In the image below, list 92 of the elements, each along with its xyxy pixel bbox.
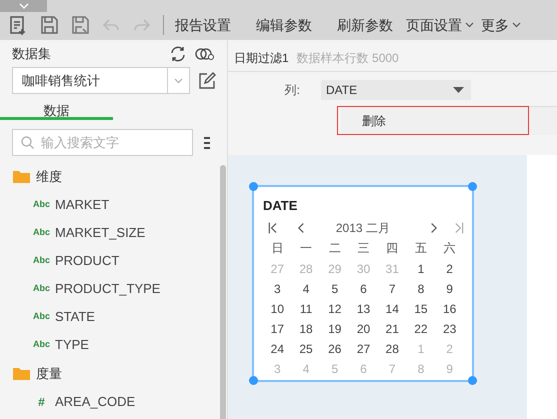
panel-title: 数据集 — [12, 45, 52, 64]
folder-icon — [13, 367, 30, 380]
new-report-icon[interactable] — [8, 15, 28, 35]
field-type-label: Abc — [33, 226, 50, 240]
calendar-day[interactable]: 8 — [406, 279, 436, 299]
weekday-label: 四 — [385, 240, 400, 257]
menu-icon[interactable] — [204, 136, 210, 150]
calendar-day[interactable]: 25 — [292, 339, 320, 359]
calendar-day[interactable]: 11 — [292, 299, 320, 319]
calendar-day[interactable]: 3 — [263, 279, 292, 299]
chevron-down-icon — [174, 78, 183, 84]
tree-item[interactable]: AREA_CODE — [55, 392, 136, 412]
field-type-label: Abc — [33, 198, 50, 212]
menu-item[interactable]: 删除 — [337, 106, 529, 135]
chevron-left-icon[interactable] — [296, 222, 306, 234]
resize-handle[interactable] — [249, 182, 258, 191]
search-field[interactable]: 输入搜索文字 — [12, 129, 193, 156]
calendar-day[interactable]: 27 — [349, 339, 378, 359]
calendar-day[interactable]: 7 — [378, 279, 407, 299]
dataset-select[interactable]: 咖啡销售统计 — [12, 67, 190, 94]
tree-folder[interactable]: 维度 — [36, 166, 62, 186]
menu-button[interactable]: 更多 — [481, 14, 521, 36]
calendar-day[interactable]: 1 — [406, 259, 436, 279]
weekday-label: 六 — [442, 240, 457, 257]
menu-button[interactable]: 编辑参数 — [256, 14, 312, 36]
calendar-day[interactable]: 22 — [406, 319, 436, 339]
tree-item[interactable]: TYPE — [55, 335, 89, 355]
last-page-icon[interactable] — [455, 222, 464, 234]
tree-item[interactable]: PRODUCT — [55, 251, 120, 271]
field-type-label: # — [37, 394, 46, 411]
select-value: DATE — [326, 82, 358, 99]
calendar-title: DATE — [263, 197, 298, 215]
calendar-day[interactable]: 14 — [378, 299, 407, 319]
sample-rows-label: 数据样本行数 5000 — [296, 50, 399, 67]
menu-button[interactable]: 页面设置 — [406, 14, 474, 36]
calendar-day[interactable]: 28 — [378, 339, 407, 359]
calendar-day[interactable]: 21 — [378, 319, 407, 339]
filter-name: 日期过滤1 — [234, 50, 289, 67]
collapse-tab[interactable] — [0, 0, 47, 12]
menu-button[interactable]: 报告设置 — [175, 14, 231, 36]
calendar-day[interactable]: 15 — [406, 299, 436, 319]
refresh-icon[interactable] — [169, 45, 187, 63]
folder-icon — [13, 170, 30, 183]
menu-button[interactable]: 刷新参数 — [337, 14, 393, 36]
field-type-label: Abc — [33, 310, 50, 324]
first-page-icon[interactable] — [268, 222, 277, 234]
calendar-day[interactable]: 20 — [349, 319, 378, 339]
calendar-day[interactable]: 19 — [320, 319, 350, 339]
field-type-label: Abc — [33, 254, 50, 268]
calendar-day[interactable]: 17 — [263, 319, 292, 339]
calendar-day[interactable]: 23 — [435, 319, 464, 339]
search-icon — [21, 136, 34, 149]
weekday-label: 二 — [328, 240, 342, 257]
weekday-label: 五 — [414, 240, 428, 257]
column-select[interactable]: DATE — [321, 80, 471, 100]
chevron-down-icon — [18, 3, 28, 9]
calendar-day[interactable]: 12 — [320, 299, 350, 319]
select-value: 咖啡销售统计 — [21, 72, 101, 90]
save-icon[interactable] — [39, 15, 59, 35]
scrollbar[interactable] — [220, 165, 226, 419]
tree-item[interactable]: STATE — [55, 307, 95, 327]
calendar-day[interactable]: 16 — [435, 299, 464, 319]
save-as-icon[interactable] — [70, 15, 90, 35]
resize-handle[interactable] — [249, 376, 258, 385]
calendar-day[interactable]: 18 — [292, 319, 320, 339]
resize-handle[interactable] — [468, 376, 477, 385]
calendar-day[interactable]: 10 — [263, 299, 292, 319]
linked-circles-icon[interactable] — [195, 47, 215, 61]
calendar-day[interactable]: 26 — [320, 339, 350, 359]
weekday-label: 一 — [299, 240, 314, 257]
weekday-label: 三 — [356, 240, 370, 257]
field-type-label: Abc — [33, 282, 50, 296]
column-label: 列: — [284, 82, 301, 99]
calendar-day[interactable]: 4 — [292, 279, 320, 299]
tree-item[interactable]: PRODUCT_TYPE — [55, 279, 160, 299]
tree-item[interactable]: MARKET — [55, 195, 110, 215]
chevron-right-icon[interactable] — [429, 222, 438, 234]
edit-icon[interactable] — [198, 72, 216, 90]
tree-item[interactable]: MARKET_SIZE — [55, 223, 146, 243]
calendar-month: 2013 二月 — [336, 220, 391, 237]
calendar-day[interactable]: 5 — [320, 279, 350, 299]
resize-handle[interactable] — [468, 182, 477, 191]
field-type-label: Abc — [33, 338, 50, 352]
weekday-label: 日 — [270, 240, 284, 257]
calendar-day[interactable]: 2 — [435, 259, 464, 279]
calendar-day[interactable]: 13 — [349, 299, 378, 319]
calendar-day[interactable]: 24 — [263, 339, 292, 359]
calendar-day[interactable]: 6 — [349, 279, 378, 299]
tree-folder[interactable]: 度量 — [36, 364, 62, 384]
dataset-tab[interactable]: 数据 — [0, 101, 113, 120]
calendar-day[interactable]: 9 — [435, 279, 464, 299]
caret-down-icon — [453, 87, 464, 93]
